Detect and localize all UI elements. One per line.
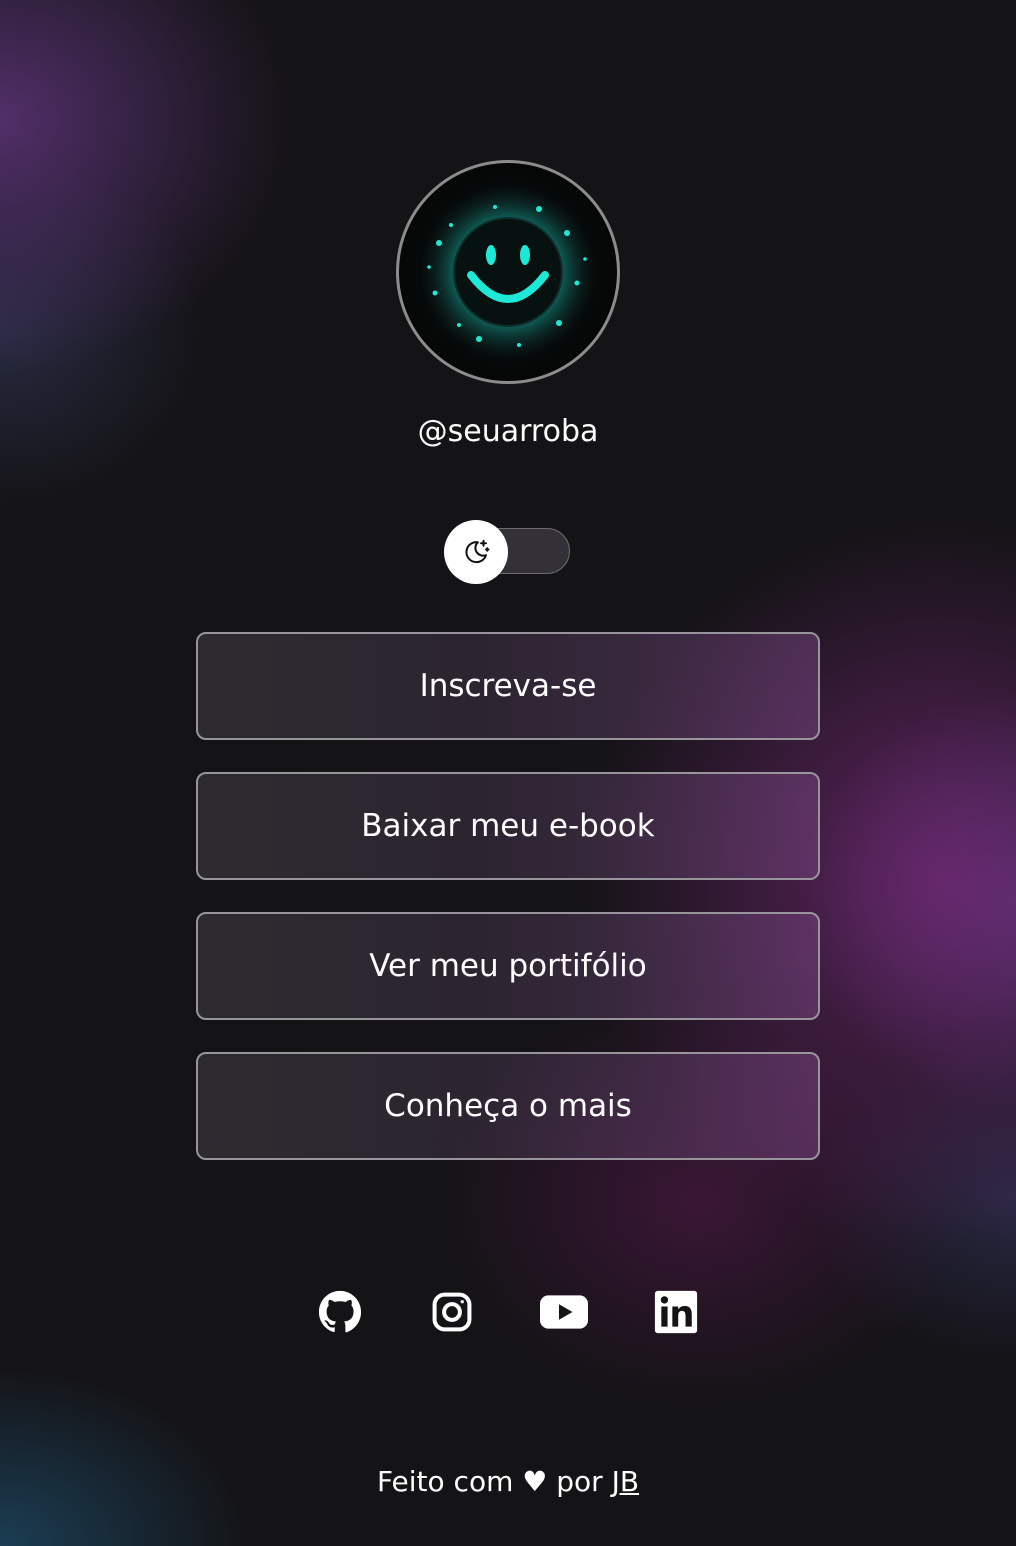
footer-text: Feito com ♥ por (376, 1465, 603, 1498)
github-link[interactable] (316, 1286, 364, 1338)
youtube-link[interactable] (540, 1286, 588, 1338)
linkedin-icon (654, 1290, 698, 1334)
toggle-knob[interactable] (444, 520, 508, 584)
footer: Feito com ♥ por JB (0, 1462, 1016, 1502)
link-button-portfolio[interactable]: Ver meu portifólio (196, 912, 820, 1020)
link-list: Inscreva-se Baixar meu e-book Ver meu po… (196, 632, 820, 1192)
linkedin-link[interactable] (652, 1286, 700, 1338)
instagram-icon (432, 1292, 472, 1332)
profile-handle: @seuarroba (417, 414, 599, 449)
moon-stars-icon (465, 539, 490, 564)
link-button-ebook[interactable]: Baixar meu e-book (196, 772, 820, 880)
smiley-icon (420, 184, 596, 360)
link-button-inscreva-se[interactable]: Inscreva-se (196, 632, 820, 740)
link-button-conheca[interactable]: Conheça o mais (196, 1052, 820, 1160)
social-links (0, 1286, 1016, 1338)
instagram-link[interactable] (428, 1286, 476, 1338)
youtube-icon (540, 1295, 588, 1329)
avatar (396, 160, 620, 384)
theme-toggle[interactable] (444, 520, 572, 584)
author-link[interactable]: JB (612, 1465, 639, 1498)
github-icon (318, 1290, 362, 1333)
